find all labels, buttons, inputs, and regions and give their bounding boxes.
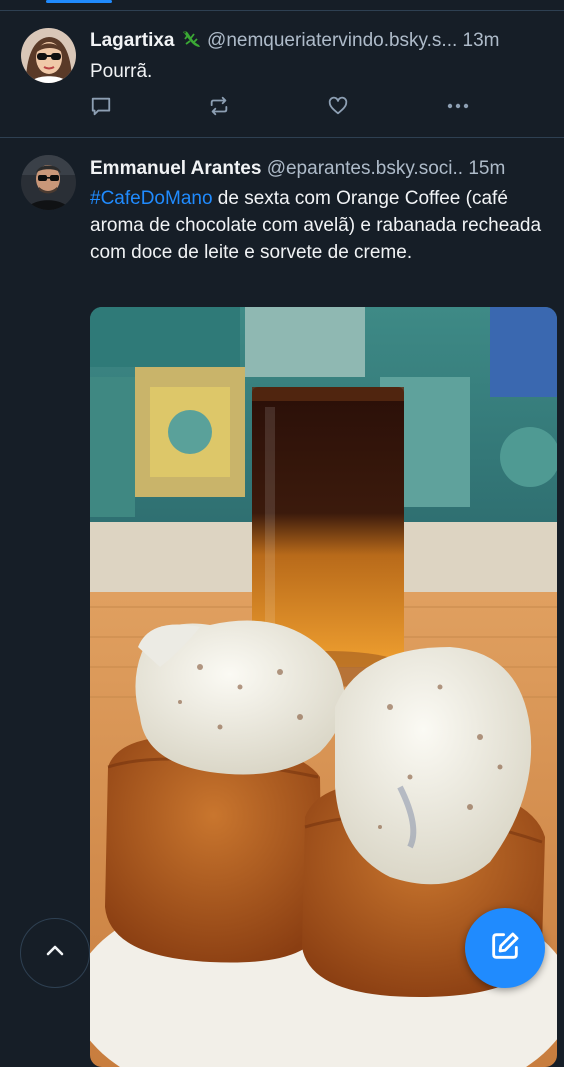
post-actions bbox=[90, 95, 470, 121]
more-icon[interactable] bbox=[445, 95, 471, 121]
chevron-up-icon bbox=[43, 939, 67, 968]
hashtag-link[interactable]: #CafeDoMano bbox=[90, 188, 213, 209]
compose-icon bbox=[488, 929, 522, 968]
avatar[interactable] bbox=[21, 28, 76, 83]
heart-icon[interactable] bbox=[327, 95, 353, 121]
post-time[interactable]: 13m bbox=[463, 30, 500, 51]
compose-button[interactable] bbox=[465, 908, 545, 988]
avatar[interactable] bbox=[21, 155, 76, 210]
scroll-to-top-button[interactable] bbox=[20, 918, 90, 988]
author-name[interactable]: Emmanuel Arantes bbox=[90, 158, 261, 179]
author-handle[interactable]: @nemqueriatervindo.bsky.s... bbox=[207, 30, 457, 51]
lizard-emoji-icon bbox=[180, 29, 202, 49]
post-header: Emmanuel Arantes @eparantes.bsky.soci.. … bbox=[90, 156, 556, 182]
feed-post[interactable]: Lagartixa @nemqueriatervindo.bsky.s... 1… bbox=[0, 11, 564, 138]
post-text: #CafeDoMano de sexta com Orange Coffee (… bbox=[90, 185, 544, 266]
post-time[interactable]: 15m bbox=[468, 158, 505, 179]
tab-active-indicator bbox=[46, 0, 112, 3]
repost-icon[interactable] bbox=[208, 95, 234, 121]
post-text: Pourrã. bbox=[90, 61, 153, 82]
author-handle[interactable]: @eparantes.bsky.soci.. bbox=[267, 158, 463, 179]
post-header: Lagartixa @nemqueriatervindo.bsky.s... 1… bbox=[90, 28, 556, 54]
author-name[interactable]: Lagartixa bbox=[90, 30, 174, 51]
reply-icon[interactable] bbox=[90, 95, 116, 121]
feed-post[interactable]: Emmanuel Arantes @eparantes.bsky.soci.. … bbox=[0, 138, 564, 1067]
